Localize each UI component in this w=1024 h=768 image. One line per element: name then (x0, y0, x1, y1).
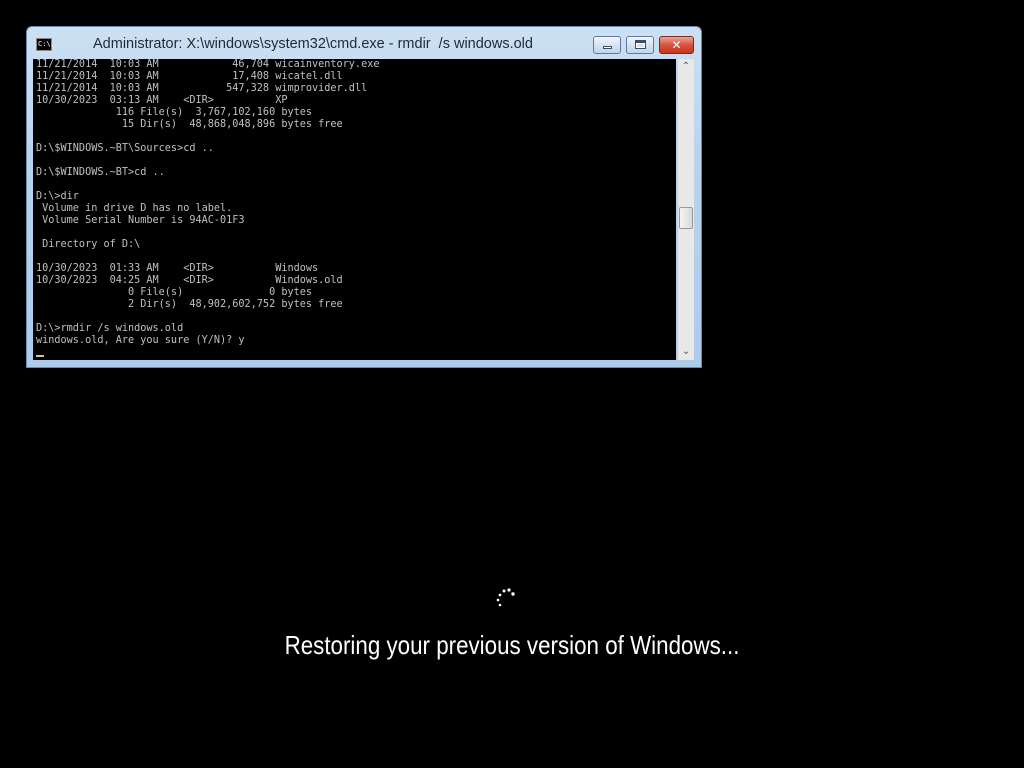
scroll-up-arrow-icon[interactable]: ⌃ (678, 59, 694, 75)
console-line: 10/30/2023 04:25 AM <DIR> Windows.old (36, 275, 343, 286)
console-line: 116 File(s) 3,767,102,160 bytes (115, 107, 313, 118)
console-line: Directory of D:\ (42, 239, 141, 250)
text-cursor (36, 355, 44, 357)
console-line: Volume Serial Number is 94AC-01F3 (42, 215, 245, 226)
spinner-dot (498, 593, 502, 597)
spinner-dot (496, 598, 500, 602)
spinner-dot (511, 592, 515, 596)
console-line: Volume in drive D has no label. (42, 203, 233, 214)
minimize-icon (603, 46, 612, 49)
console-line: 15 Dir(s) 48,868,048,896 bytes free (121, 119, 343, 130)
console-line: windows.old, Are you sure (Y/N)? y (36, 335, 245, 346)
console-line: 10/30/2023 01:33 AM <DIR> Windows (36, 263, 319, 274)
title-bar[interactable]: C:\. Administrator: X:\windows\system32\… (27, 27, 701, 59)
console-line: D:\$WINDOWS.~BT\Sources>cd .. (36, 143, 214, 154)
console-line: 11/21/2014 10:03 AM 547,328 wimprovider.… (36, 83, 368, 94)
spinner-dot (498, 603, 502, 607)
console-line: 2 Dir(s) 48,902,602,752 bytes free (128, 299, 343, 310)
console-line: D:\>rmdir /s windows.old (36, 323, 184, 334)
maximize-button[interactable] (626, 36, 654, 54)
console-text: 11/21/2014 10:03 AM 46,704 wicainventory… (33, 59, 676, 347)
window-title: Administrator: X:\windows\system32\cmd.e… (93, 36, 533, 52)
minimize-button[interactable] (593, 36, 621, 54)
cmd-window[interactable]: C:\. Administrator: X:\windows\system32\… (26, 26, 702, 368)
console-line: 0 File(s) 0 bytes (128, 287, 313, 298)
scroll-down-arrow-icon[interactable]: ⌄ (678, 344, 694, 360)
desktop-screen: C:\. Administrator: X:\windows\system32\… (0, 0, 1024, 768)
console-line: 10/30/2023 03:13 AM <DIR> XP (36, 95, 288, 106)
cmd-prompt-icon[interactable]: C:\. (36, 38, 55, 51)
loading-spinner-icon (496, 588, 515, 607)
console-line: D:\>dir (36, 191, 79, 202)
maximize-icon (635, 40, 646, 49)
restore-status-message: Restoring your previous version of Windo… (284, 630, 740, 660)
console-line: D:\$WINDOWS.~BT>cd .. (36, 167, 165, 178)
console-line: 11/21/2014 10:03 AM 17,408 wicatel.dll (36, 71, 343, 82)
close-button[interactable]: ✕ (659, 36, 694, 54)
close-icon: ✕ (671, 38, 682, 52)
scroll-thumb[interactable] (679, 207, 693, 229)
spinner-dot (507, 588, 511, 592)
vertical-scrollbar[interactable]: ⌃ ⌄ (677, 59, 694, 360)
spinner-dot (502, 589, 506, 593)
console-line: 11/21/2014 10:03 AM 46,704 wicainventory… (36, 59, 380, 70)
console-output[interactable]: 11/21/2014 10:03 AM 46,704 wicainventory… (33, 59, 676, 360)
